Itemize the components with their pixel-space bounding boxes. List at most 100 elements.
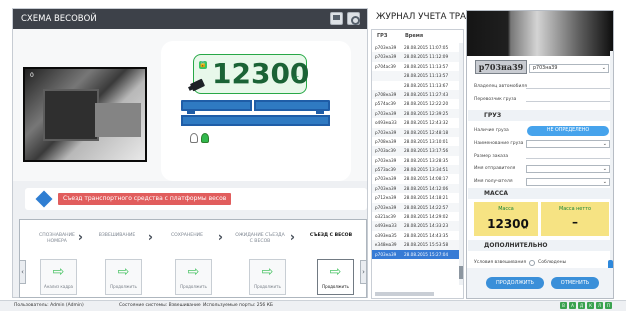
column-header-time[interactable]: Время: [405, 33, 423, 39]
info-icon: [35, 190, 53, 208]
owner-field-line[interactable]: [526, 88, 610, 89]
table-row[interactable]: к348ма39 28.08.2015 15:53:58: [372, 240, 463, 250]
plate-cell: р708на39: [375, 91, 397, 97]
settings-icon[interactable]: [347, 12, 360, 25]
table-row[interactable]: р703на39 28.08.2015 15:27:04: [372, 249, 463, 259]
step-card-waiting[interactable]: Продолжить: [249, 259, 286, 295]
table-row[interactable]: р704ас39 28.08.2015 11:13:57: [372, 62, 463, 71]
column-header-plate[interactable]: ГРЗ: [377, 33, 387, 39]
table-scroll-thumb[interactable]: [459, 266, 463, 279]
plate-select[interactable]: р703на39 ⌄: [529, 64, 609, 73]
status-indicator: Л: [596, 302, 603, 309]
time-cell: 28.08.2015 13:17:56: [404, 148, 449, 154]
table-row[interactable]: р703на39 28.08.2015 11:12:09: [372, 52, 463, 62]
cargo-section: ГРУЗ: [468, 110, 612, 121]
receiver-select[interactable]: ⌄: [526, 178, 610, 186]
table-row[interactable]: р703на39 28.08.2015 14:08:17: [372, 174, 463, 183]
table-header: ГРЗ Время: [372, 30, 463, 42]
plate-cell: р703на39: [375, 157, 397, 163]
table-row[interactable]: р703на39 28.08.2015 11:07:05: [372, 43, 463, 52]
scale-platform-bottom: [181, 115, 330, 126]
light-icon: [190, 133, 198, 143]
table-row[interactable]: р703ас39 28.08.2015 13:17:56: [372, 146, 463, 156]
steps-header: СПОЗНАВАНИЕ НОМЕРА ›› ВЗВЕШИВАНИЕ ›› СОХ…: [20, 220, 366, 255]
table-row[interactable]: о393ма35 28.08.2015 14:43:35: [372, 231, 463, 240]
table-row[interactable]: о321ас39 28.08.2015 14:29:02: [372, 212, 463, 221]
table-row[interactable]: р712на39 28.08.2015 14:18:21: [372, 193, 463, 202]
table-scrollbar[interactable]: [459, 43, 463, 285]
time-cell: 28.08.2015 14:43:35: [404, 232, 449, 238]
monitor-icon[interactable]: [330, 12, 343, 25]
status-indicator: А: [569, 302, 576, 309]
time-cell: 28.08.2015 12:39:25: [404, 110, 449, 116]
net-mass-box: Масса нетто –: [541, 202, 609, 236]
camera-number: 0: [30, 72, 34, 79]
table-row[interactable]: р703на39 28.08.2015 13:28:35: [372, 156, 463, 165]
table-row[interactable]: р574ас39 28.08.2015 12:22:20: [372, 99, 463, 108]
step-card-saving[interactable]: Продолжить: [175, 259, 212, 295]
time-cell: 28.08.2015 11:27:43: [404, 91, 449, 97]
plate-cell: р574ас39: [375, 101, 396, 107]
plate-cell: о493ма33: [375, 120, 397, 126]
cargo-name-label: Наименование груза: [474, 141, 524, 146]
table-row[interactable]: 28.08.2015 11:13:67: [372, 81, 463, 90]
step-weighing: ВЗВЕШИВАНИЕ: [98, 233, 136, 238]
status-system: Состояние системы: Взвешивание: [119, 303, 201, 308]
order-size-field-line[interactable]: [526, 158, 610, 159]
table-row[interactable]: р703на39 28.08.2015 12:39:25: [372, 108, 463, 119]
table-row[interactable]: р573ас39 28.08.2015 13:34:51: [372, 165, 463, 175]
status-indicator: К: [587, 302, 594, 309]
plate-cell: р708на39: [375, 138, 397, 144]
table-row[interactable]: о493ма33 28.08.2015 14:33:23: [372, 221, 463, 231]
gross-mass-unit: кг: [522, 226, 528, 231]
horizontal-scrollbar[interactable]: [375, 292, 434, 296]
plate-cell: р703на39: [375, 129, 397, 135]
sender-select[interactable]: ⌄: [526, 165, 610, 173]
time-cell: 28.08.2015 15:27:04: [404, 251, 449, 257]
process-steps: СПОЗНАВАНИЕ НОМЕРА ›› ВЗВЕШИВАНИЕ ›› СОХ…: [19, 219, 367, 298]
continue-button[interactable]: ПРОДОЛЖИТЬ: [486, 277, 544, 289]
conditions-agreed-label: Соблюдены: [538, 260, 567, 265]
transport-journal-table: ГРЗ Время р703на39 28.08.2015 11:07:05 р70…: [371, 29, 464, 299]
scheme-title: СХЕМА ВЕСОВОЙ: [21, 14, 97, 24]
cargo-name-select[interactable]: ⌄: [526, 140, 610, 148]
table-row[interactable]: р703на39 28.08.2015 14:12:06: [372, 183, 463, 194]
carrier-field-line[interactable]: [526, 101, 610, 102]
lock-icon: 🔒: [199, 61, 207, 69]
plate-cell: к348ма39: [375, 242, 397, 248]
chevron-down-icon: ⌄: [602, 141, 607, 147]
cancel-button[interactable]: ОТМЕНИТЬ: [551, 277, 599, 289]
table-row[interactable]: р708на39 28.08.2015 13:10:01: [372, 137, 463, 146]
plate-cell: о393ма35: [375, 232, 397, 238]
green-light-icon: [201, 133, 209, 143]
conditions-checkbox[interactable]: [529, 260, 535, 266]
weighing-conditions-label: Условия взвешивания: [474, 260, 527, 265]
table-row[interactable]: о493ма33 28.08.2015 12:43:32: [372, 118, 463, 127]
steps-scroll-right[interactable]: ›: [360, 260, 367, 284]
cargo-state-button[interactable]: НЕ ОПРЕДЕЛЕНО: [527, 126, 609, 136]
gross-mass-value: 12300: [487, 217, 529, 231]
chevron-down-icon: ⌄: [602, 179, 607, 185]
plate-cell: р703ас39: [375, 148, 396, 154]
details-actions: ПРОДОЛЖИТЬ ОТМЕНИТЬ: [467, 268, 613, 298]
step-card-analysis[interactable]: Анализ кадра: [40, 259, 77, 295]
time-cell: 28.08.2015 11:13:57: [404, 63, 449, 69]
step-recognition: СПОЗНАВАНИЕ НОМЕРА: [39, 233, 75, 244]
time-cell: 28.08.2015 12:22:20: [404, 101, 449, 107]
vehicle-details-panel: р703на39 р703на39 ⌄ Владелец автомобиля П…: [466, 10, 614, 299]
scheme-header: СХЕМА ВЕСОВОЙ: [13, 9, 367, 29]
details-scrollbar[interactable]: [610, 51, 613, 268]
step-card-exit[interactable]: Продолжить: [317, 259, 354, 295]
table-row[interactable]: 28.08.2015 11:13:57: [372, 71, 463, 81]
step-card-weighing[interactable]: Продолжить: [105, 259, 142, 295]
step-exit: СЪЕЗД С ВЕСОВ: [309, 233, 353, 238]
receiver-label: Имя получателя: [474, 179, 513, 184]
plate-camera-image: [467, 11, 613, 56]
table-row[interactable]: р703на39 28.08.2015 12:48:18: [372, 127, 463, 137]
time-cell: 28.08.2015 14:29:02: [404, 214, 449, 220]
plate-cell: р703на39: [375, 176, 397, 182]
table-row[interactable]: р708на39 28.08.2015 11:27:43: [372, 89, 463, 100]
table-row[interactable]: р703на39 28.08.2015 14:22:57: [372, 202, 463, 213]
steps-scroll-left[interactable]: ‹: [19, 260, 26, 284]
chevron-down-icon: ⌄: [601, 65, 606, 71]
